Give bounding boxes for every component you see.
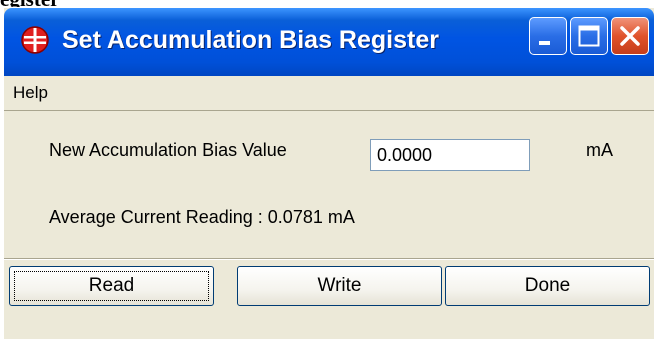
read-button[interactable]: Read bbox=[9, 266, 214, 306]
close-button[interactable] bbox=[611, 17, 649, 55]
menu-item-help[interactable]: Help bbox=[10, 82, 51, 104]
maximize-icon bbox=[578, 25, 600, 47]
done-button[interactable]: Done bbox=[445, 266, 650, 306]
read-button-label: Read bbox=[88, 275, 135, 296]
window-title: Set Accumulation Bias Register bbox=[62, 26, 439, 54]
write-button[interactable]: Write bbox=[237, 266, 442, 306]
write-button-label: Write bbox=[317, 275, 362, 296]
maximize-button[interactable] bbox=[570, 17, 608, 55]
app-logo-icon bbox=[20, 25, 50, 55]
dialog-body: New Accumulation Bias Value mA Average C… bbox=[4, 112, 654, 339]
minimize-button[interactable] bbox=[529, 17, 567, 55]
new-accumulation-bias-label: New Accumulation Bias Value bbox=[49, 140, 287, 160]
close-icon bbox=[620, 26, 640, 46]
title-bar[interactable]: Set Accumulation Bias Register bbox=[4, 8, 654, 76]
minimize-icon bbox=[539, 41, 550, 45]
done-button-label: Done bbox=[524, 275, 571, 296]
dialog-window: Set Accumulation Bias Register Help New … bbox=[4, 8, 654, 339]
divider bbox=[4, 258, 654, 260]
menu-bar: Help bbox=[4, 76, 654, 111]
unit-label: mA bbox=[586, 140, 613, 160]
average-current-reading: Average Current Reading : 0.0781 mA bbox=[49, 207, 355, 227]
document-heading-fragment: egister bbox=[0, 0, 59, 7]
new-accumulation-bias-input[interactable] bbox=[370, 139, 530, 171]
